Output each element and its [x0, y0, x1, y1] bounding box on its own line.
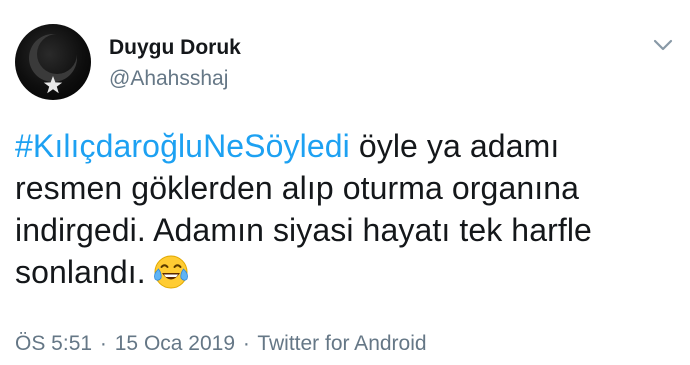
tweet-text-line: resmen göklerden alıp oturma organına	[15, 170, 580, 206]
tweet-text-line: sonlandı.	[15, 254, 146, 290]
tweet-text-line: indirgedi. Adamın siyasi hayatı tek harf…	[15, 212, 592, 248]
tweet-source[interactable]: Twitter for Android	[257, 332, 426, 355]
tweet-time[interactable]: ÖS 5:51	[15, 332, 92, 355]
tweet-text: #KılıçdaroğluNeSöyledi öyle ya adamı res…	[15, 125, 665, 293]
chevron-down-icon[interactable]	[651, 36, 675, 54]
author-handle[interactable]: @Ahahsshaj	[109, 66, 241, 92]
hashtag-link[interactable]: #KılıçdaroğluNeSöyledi	[15, 128, 350, 164]
tears-of-joy-emoji-icon	[152, 253, 190, 291]
author-block: Duygu Doruk @Ahahsshaj	[109, 36, 241, 92]
crescent-star-icon	[29, 34, 77, 94]
tweet-card: Duygu Doruk @Ahahsshaj #KılıçdaroğluNeSö…	[0, 0, 690, 365]
tweet-metadata: ÖS 5:51 · 15 Oca 2019 · Twitter for Andr…	[15, 331, 427, 357]
meta-separator: ·	[99, 332, 107, 355]
author-display-name[interactable]: Duygu Doruk	[109, 36, 241, 60]
avatar[interactable]	[15, 24, 91, 100]
meta-separator: ·	[242, 332, 250, 355]
tweet-date[interactable]: 15 Oca 2019	[115, 332, 235, 355]
tweet-text-line: öyle ya adamı	[349, 128, 560, 164]
